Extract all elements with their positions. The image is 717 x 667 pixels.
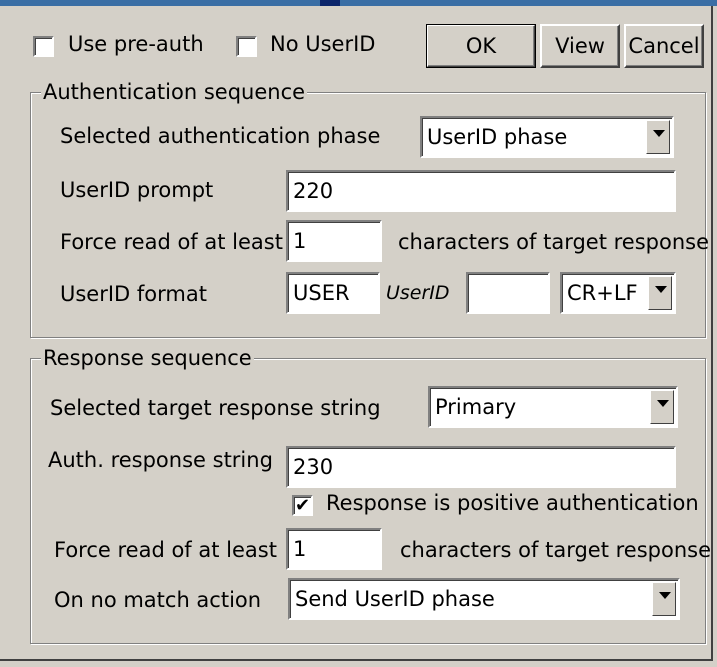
- auth-phase-select[interactable]: UserID phase: [420, 116, 674, 158]
- auth-force-read-suffix: characters of target response: [398, 230, 710, 254]
- auth-phase-value: UserID phase: [427, 125, 568, 149]
- auth-sequence-legend: Authentication sequence: [41, 80, 308, 104]
- response-sequence-legend: Response sequence: [41, 346, 254, 370]
- target-response-select[interactable]: Primary: [428, 386, 678, 428]
- userid-format-label: UserID format: [60, 282, 207, 306]
- response-force-read-suffix: characters of target response: [400, 538, 712, 562]
- auth-response-string-input[interactable]: 230: [286, 446, 676, 488]
- target-response-label: Selected target response string: [50, 396, 381, 420]
- userid-terminator-value: CR+LF: [567, 281, 638, 305]
- auth-force-read-input[interactable]: 1: [286, 220, 382, 262]
- use-preauth-checkbox[interactable]: [33, 36, 54, 57]
- ok-button[interactable]: OK: [426, 24, 536, 68]
- userid-prompt-label: UserID prompt: [60, 178, 214, 202]
- userid-format-prefix-input[interactable]: USER: [286, 272, 380, 314]
- response-force-read-label: Force read of at least: [54, 538, 277, 562]
- chevron-down-icon[interactable]: [652, 582, 676, 616]
- no-match-action-label: On no match action: [54, 588, 262, 612]
- no-userid-checkbox[interactable]: [236, 36, 257, 57]
- auth-response-string-label: Auth. response string: [48, 448, 273, 472]
- userid-format-suffix-input[interactable]: [466, 272, 550, 314]
- response-force-read-input[interactable]: 1: [286, 528, 382, 570]
- no-userid-label[interactable]: No UserID: [270, 32, 375, 56]
- chevron-down-icon[interactable]: [648, 276, 672, 310]
- userid-prompt-input[interactable]: 220: [286, 170, 676, 212]
- no-match-action-select[interactable]: Send UserID phase: [288, 578, 680, 620]
- no-match-action-value: Send UserID phase: [295, 587, 495, 611]
- chevron-down-icon[interactable]: [646, 120, 670, 154]
- view-button[interactable]: View: [540, 24, 620, 68]
- positive-auth-checkbox[interactable]: ✔: [292, 495, 313, 516]
- userid-format-token: UserID: [386, 282, 450, 304]
- chevron-down-icon[interactable]: [650, 390, 674, 424]
- auth-phase-label: Selected authentication phase: [60, 124, 381, 148]
- positive-auth-label[interactable]: Response is positive authentication: [326, 491, 699, 515]
- use-preauth-label[interactable]: Use pre-auth: [68, 32, 204, 56]
- auth-force-read-label: Force read of at least: [60, 230, 283, 254]
- target-response-value: Primary: [435, 395, 517, 419]
- cancel-button[interactable]: Cancel: [624, 24, 704, 68]
- userid-terminator-select[interactable]: CR+LF: [560, 272, 676, 314]
